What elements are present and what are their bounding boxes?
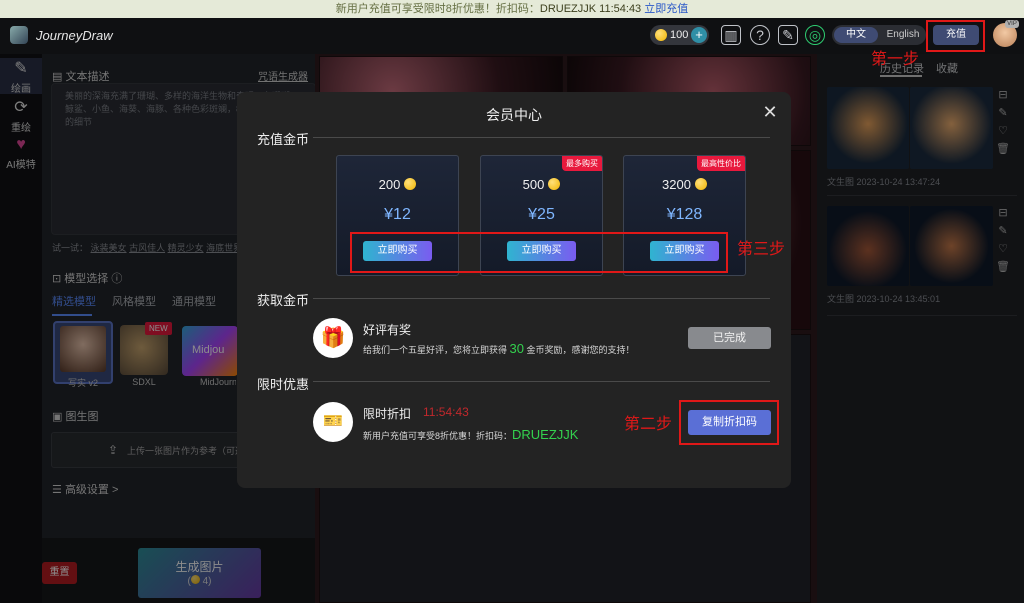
edit-icon[interactable]: ✎ xyxy=(778,25,798,45)
copy-code-button[interactable]: 复制折扣码 xyxy=(688,410,771,435)
language-switch[interactable]: 中文 English xyxy=(832,25,926,45)
modal-title: 会员中心 xyxy=(486,107,542,123)
gift-icon: 🎁 xyxy=(313,318,353,358)
discount-desc: 新用户充值可享受8折优惠！折扣码：DRUEZJJK xyxy=(363,427,578,442)
vip-badge: VIP xyxy=(1005,20,1019,28)
package-price: ¥12 xyxy=(384,206,411,223)
step1-label: 第一步 xyxy=(871,49,920,68)
review-amount: 30 xyxy=(509,341,524,356)
section-divider xyxy=(313,381,770,382)
promo-section-title: 限时优惠 xyxy=(257,377,310,392)
logo-icon xyxy=(10,26,28,44)
add-coins-button[interactable]: + xyxy=(691,27,707,43)
package-coins: 3200 xyxy=(662,177,691,192)
lang-zh[interactable]: 中文 xyxy=(834,27,878,43)
step3-highlight xyxy=(350,232,728,273)
coin-icon xyxy=(694,178,707,190)
coin-count: 100 xyxy=(670,29,689,41)
coin-icon xyxy=(548,178,561,190)
banner-recharge-link[interactable]: 立即充值 xyxy=(644,3,688,15)
banner-code: DRUEZJJK xyxy=(539,3,597,15)
package-tag: 最高性价比 xyxy=(697,156,745,171)
recharge-section-title: 充值金币 xyxy=(257,132,310,147)
review-desc-post: 金币奖励，感谢您的支持！ xyxy=(526,345,635,355)
lang-en[interactable]: English xyxy=(882,27,924,43)
coin-icon xyxy=(404,178,417,190)
package-price: ¥25 xyxy=(528,206,555,223)
wechat-icon[interactable]: ◎ xyxy=(805,25,825,45)
section-divider xyxy=(313,137,770,138)
discount-desc-text: 新用户充值可享受8折优惠！折扣码： xyxy=(363,431,513,441)
discount-title: 限时折扣 xyxy=(363,407,412,421)
app-name: JourneyDraw xyxy=(36,28,113,43)
discount-code: DRUEZJJK xyxy=(512,427,579,442)
banner-time: 11:54:43 xyxy=(599,3,642,15)
package-coins: 200 xyxy=(378,177,401,192)
banner-text: 新用户充值可享受限时8折优惠！折扣码： xyxy=(335,3,540,15)
coin-icon xyxy=(655,29,667,41)
step1-highlight xyxy=(926,20,985,52)
package-coins: 500 xyxy=(522,177,545,192)
earn-section-title: 获取金币 xyxy=(257,293,310,308)
coin-balance[interactable]: 100 + xyxy=(650,25,709,45)
ticket-icon: 🎫 xyxy=(313,402,353,442)
review-desc-pre: 给我们一个五星好评，您将立即获得 xyxy=(363,345,508,355)
completed-button[interactable]: 已完成 xyxy=(688,327,771,349)
review-desc: 给我们一个五星好评，您将立即获得 30 金币奖励，感谢您的支持！ xyxy=(363,341,635,356)
step2-label: 第二步 xyxy=(624,414,673,433)
promo-banner: 新用户充值可享受限时8折优惠！折扣码：DRUEZJJK 11:54:43 立即充… xyxy=(0,0,1024,18)
package-tag: 最多购买 xyxy=(562,156,602,171)
step3-label: 第三步 xyxy=(737,239,786,258)
package-price: ¥128 xyxy=(666,206,703,223)
section-divider xyxy=(313,298,770,299)
help-icon[interactable]: ? xyxy=(750,25,770,45)
review-title: 好评有奖 xyxy=(363,323,412,337)
discount-countdown: 11:54:43 xyxy=(423,405,469,419)
book-icon[interactable]: ▥ xyxy=(721,25,741,45)
close-icon[interactable]: ✕ xyxy=(761,103,779,121)
